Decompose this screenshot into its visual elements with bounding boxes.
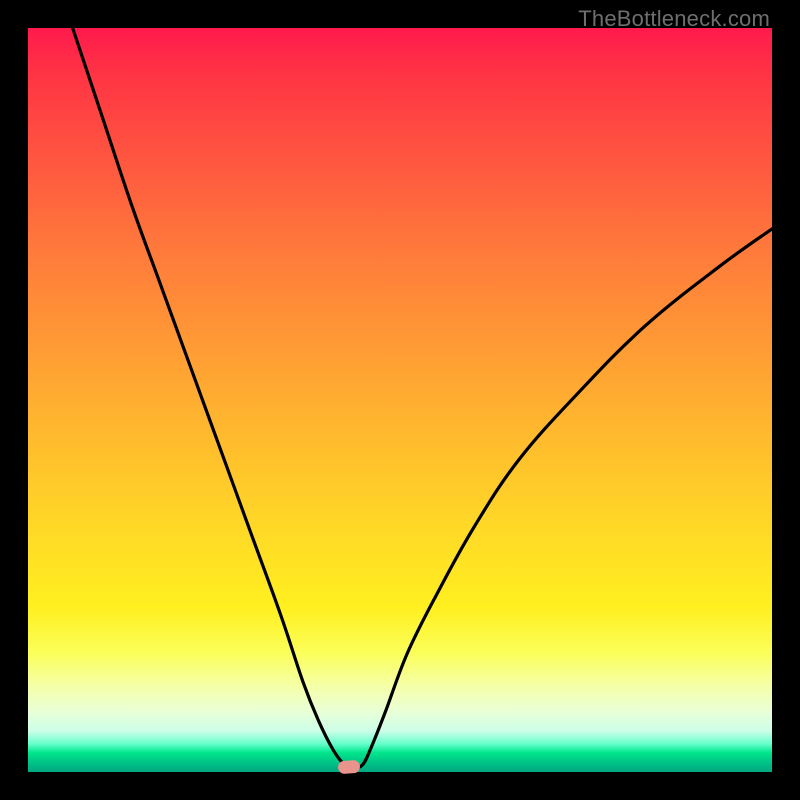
bottleneck-curve <box>28 28 772 772</box>
plot-area <box>28 28 772 772</box>
optimal-point-marker <box>338 760 361 775</box>
chart-frame: TheBottleneck.com <box>0 0 800 800</box>
